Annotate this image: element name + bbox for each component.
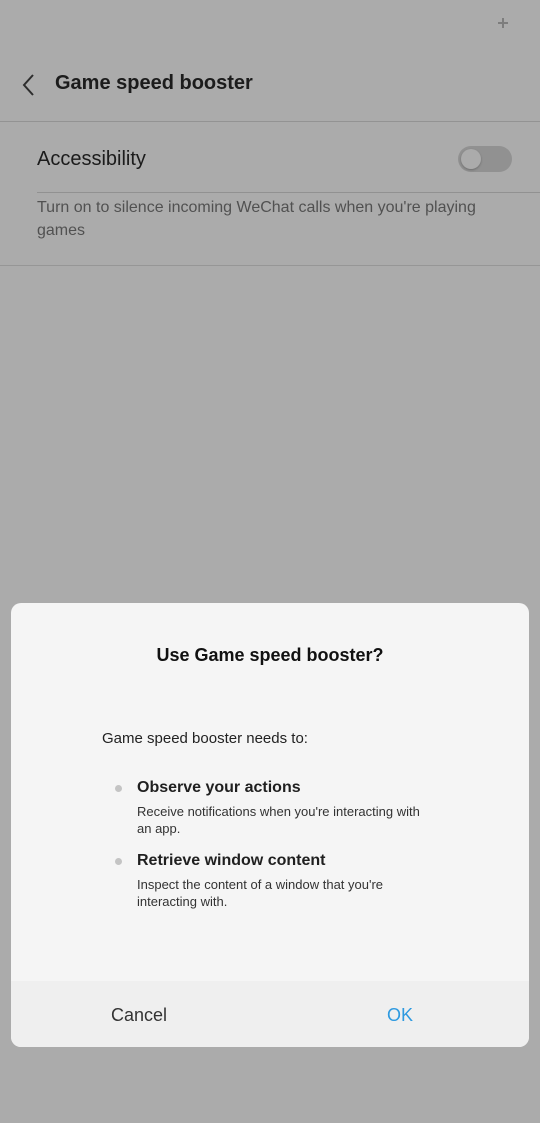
permission-title: Retrieve window content <box>137 852 326 869</box>
permission-item: Retrieve window content Inspect the cont… <box>115 852 437 910</box>
permission-description: Inspect the content of a window that you… <box>137 877 384 909</box>
dialog-actions: Cancel OK <box>11 981 529 1047</box>
ok-button[interactable]: OK <box>387 1005 413 1026</box>
permission-description: Receive notifications when you're intera… <box>137 804 420 836</box>
bullet-icon <box>115 785 122 792</box>
permission-item: Observe your actions Receive notificatio… <box>115 779 437 837</box>
bullet-icon <box>115 858 122 865</box>
dialog-title: Use Game speed booster? <box>156 645 384 665</box>
cancel-button[interactable]: Cancel <box>111 1005 167 1026</box>
dialog-intro: Game speed booster needs to: <box>102 730 308 747</box>
permission-dialog: Use Game speed booster? Game speed boost… <box>11 603 529 1047</box>
permission-title: Observe your actions <box>137 779 301 796</box>
